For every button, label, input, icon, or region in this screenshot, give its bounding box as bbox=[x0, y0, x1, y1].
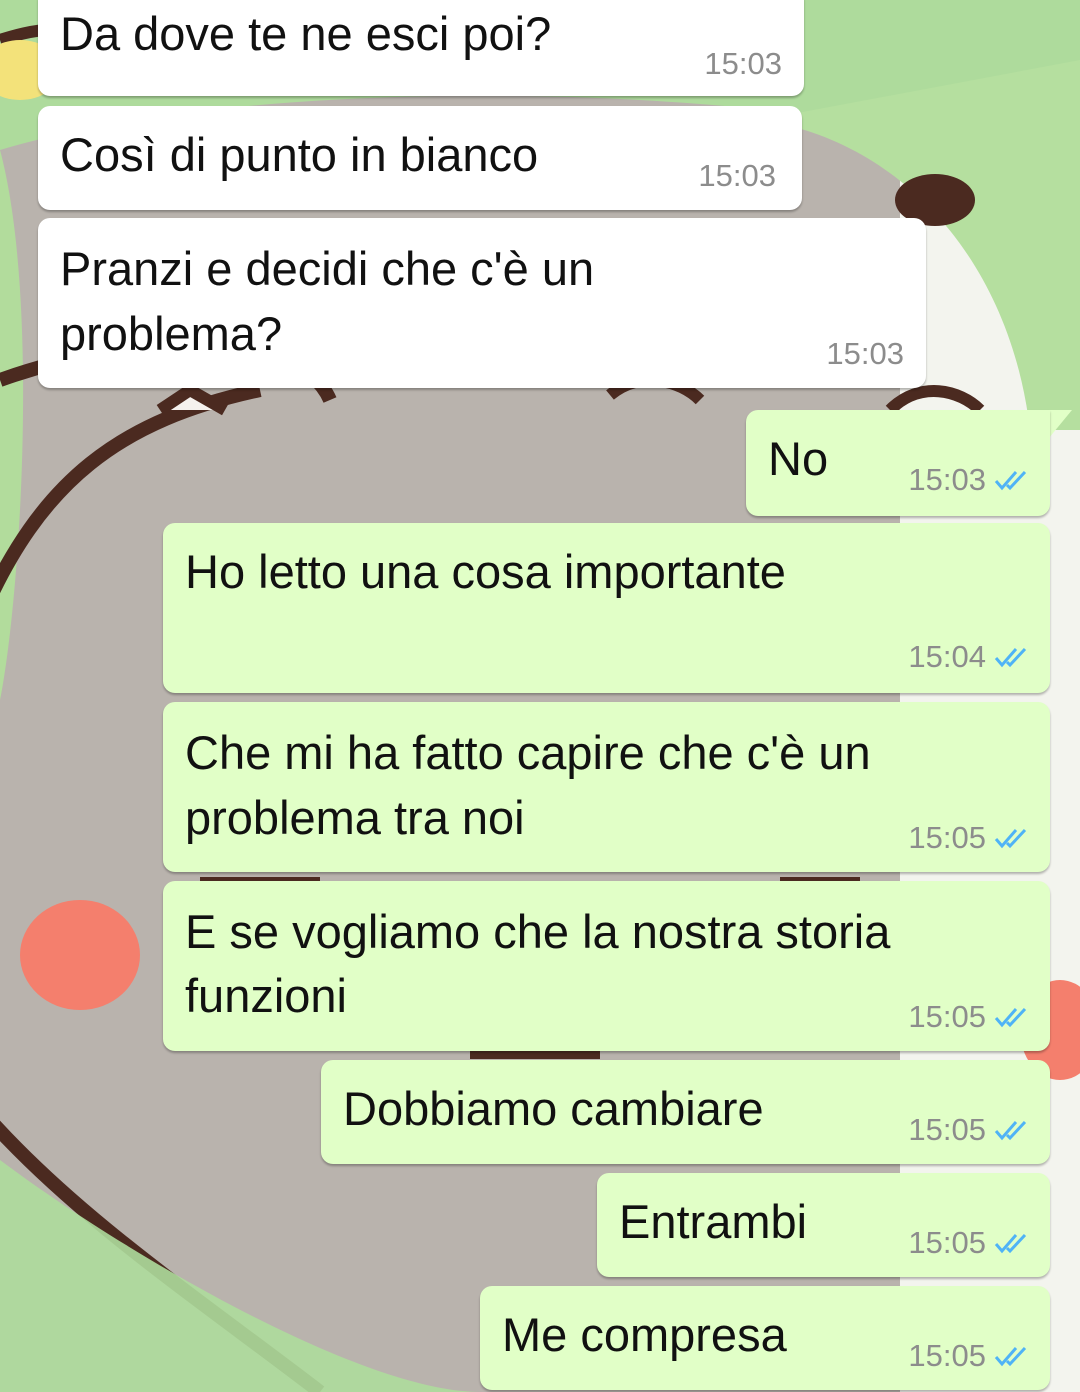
message-text: Da dove te ne esci poi? bbox=[60, 7, 552, 60]
outgoing-message[interactable]: Dobbiamo cambiare 15:05 bbox=[321, 1060, 1050, 1164]
message-status: 15:05 bbox=[908, 1338, 1028, 1374]
message-text: Così di punto in bianco bbox=[60, 128, 539, 181]
double-check-read-icon bbox=[994, 828, 1027, 849]
message-text-line-2: problema? bbox=[60, 307, 283, 360]
message-time: 15:03 bbox=[826, 336, 904, 371]
message-text-line-2: problema tra noi bbox=[185, 791, 525, 844]
outgoing-message[interactable]: Che mi ha fatto capire che c'è un proble… bbox=[163, 702, 1050, 872]
message-text: Entrambi bbox=[619, 1195, 808, 1248]
message-time: 15:05 bbox=[908, 1225, 986, 1260]
message-text-line-1: Pranzi e decidi che c'è un bbox=[60, 242, 595, 295]
double-check-read-icon bbox=[994, 1346, 1027, 1367]
message-status: 15:05 bbox=[908, 820, 1028, 856]
message-text: Me compresa bbox=[502, 1308, 787, 1361]
message-time: 15:03 bbox=[698, 158, 776, 193]
message-status: 15:03 bbox=[908, 462, 1028, 498]
message-timestamp: 15:03 bbox=[826, 336, 904, 372]
message-time: 15:03 bbox=[908, 462, 986, 497]
message-text: Ho letto una cosa importante bbox=[185, 545, 786, 598]
message-time: 15:05 bbox=[908, 999, 986, 1034]
message-text-line-1: Che mi ha fatto capire che c'è un bbox=[185, 726, 871, 779]
message-time: 15:04 bbox=[908, 639, 986, 674]
message-text-line-2: funzioni bbox=[185, 969, 347, 1022]
message-status: 15:05 bbox=[908, 1225, 1028, 1261]
outgoing-message[interactable]: E se vogliamo che la nostra storia funzi… bbox=[163, 881, 1050, 1051]
double-check-read-icon bbox=[994, 1007, 1027, 1028]
message-timestamp: 15:03 bbox=[704, 46, 782, 82]
message-text: Dobbiamo cambiare bbox=[343, 1082, 764, 1135]
incoming-message[interactable]: Da dove te ne esci poi? 15:03 bbox=[38, 0, 804, 96]
message-status: 15:05 bbox=[908, 999, 1028, 1035]
message-status: 15:04 bbox=[908, 639, 1028, 675]
message-status: 15:05 bbox=[908, 1112, 1028, 1148]
message-time: 15:03 bbox=[704, 46, 782, 81]
message-text: No bbox=[768, 432, 829, 485]
double-check-read-icon bbox=[994, 470, 1027, 491]
message-time: 15:05 bbox=[908, 820, 986, 855]
double-check-read-icon bbox=[994, 1233, 1027, 1254]
outgoing-message[interactable]: No 15:03 bbox=[746, 410, 1050, 516]
message-time: 15:05 bbox=[908, 1338, 986, 1373]
message-timestamp: 15:03 bbox=[698, 158, 776, 194]
message-text-line-1: E se vogliamo che la nostra storia bbox=[185, 905, 891, 958]
outgoing-message[interactable]: Me compresa 15:05 bbox=[480, 1286, 1050, 1390]
incoming-message[interactable]: Così di punto in bianco 15:03 bbox=[38, 106, 802, 210]
outgoing-message[interactable]: Entrambi 15:05 bbox=[597, 1173, 1050, 1277]
outgoing-message[interactable]: Ho letto una cosa importante 15:04 bbox=[163, 523, 1050, 693]
message-time: 15:05 bbox=[908, 1112, 986, 1147]
double-check-read-icon bbox=[994, 647, 1027, 668]
double-check-read-icon bbox=[994, 1120, 1027, 1141]
incoming-message[interactable]: Pranzi e decidi che c'è un problema? 15:… bbox=[38, 218, 926, 388]
